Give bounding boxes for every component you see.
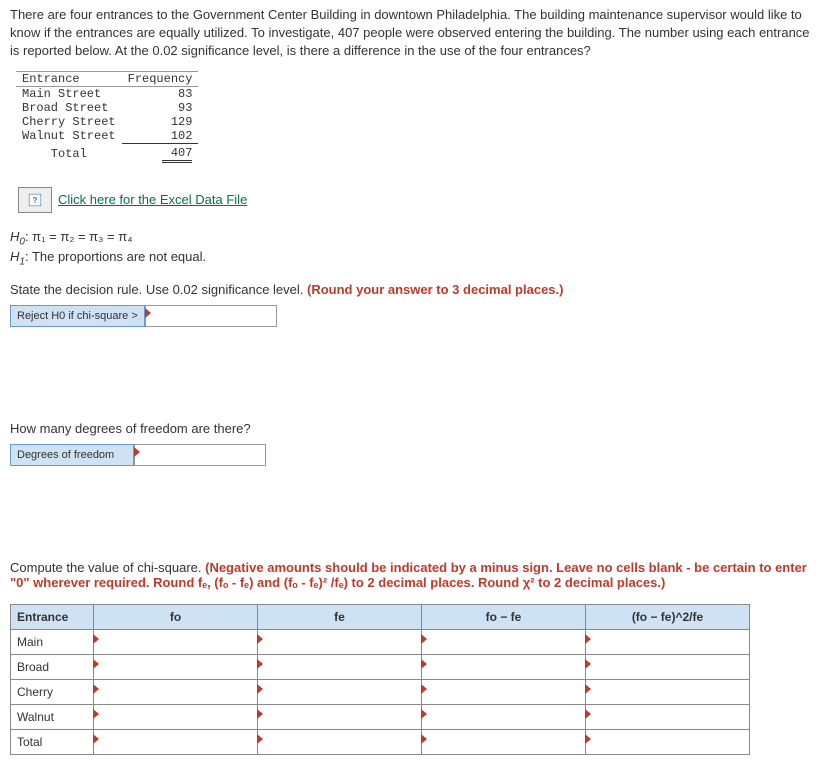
chi-row-label: Main xyxy=(11,629,94,654)
freq-total-row: Total 407 xyxy=(16,143,198,163)
chi-input-ratio[interactable] xyxy=(586,730,749,754)
help-icon: ? xyxy=(28,193,42,207)
pointer-icon xyxy=(585,659,591,669)
table-row: Cherry xyxy=(11,679,750,704)
chi-row-label: Total xyxy=(11,729,94,754)
chi-input-diff[interactable] xyxy=(422,655,585,679)
chi-input-fo[interactable] xyxy=(94,705,257,729)
freq-total-label: Total xyxy=(16,143,122,163)
chi-input-fe[interactable] xyxy=(258,705,421,729)
table-row: Walnut xyxy=(11,704,750,729)
freq-name: Cherry Street xyxy=(16,115,122,129)
chi-input-diff[interactable] xyxy=(422,730,585,754)
pointer-icon xyxy=(93,634,99,644)
pointer-icon xyxy=(93,684,99,694)
freq-header-entrance: Entrance xyxy=(16,71,122,86)
chi-square-critical-input-wrapper xyxy=(145,305,277,327)
df-question: How many degrees of freedom are there? xyxy=(10,421,810,436)
chi-input-diff[interactable] xyxy=(422,680,585,704)
chi-input-fe[interactable] xyxy=(258,680,421,704)
chi-input-ratio[interactable] xyxy=(586,655,749,679)
freq-value: 83 xyxy=(122,86,199,101)
chi-row-label: Walnut xyxy=(11,704,94,729)
pointer-icon xyxy=(421,634,427,644)
pointer-icon xyxy=(585,734,591,744)
chi-input-diff[interactable] xyxy=(422,630,585,654)
excel-data-link[interactable]: Click here for the Excel Data File xyxy=(58,192,247,207)
null-hypothesis: H0: π₁ = π₂ = π₃ = π₄ xyxy=(10,229,810,248)
pointer-icon xyxy=(421,709,427,719)
freq-name: Main Street xyxy=(16,86,122,101)
freq-value: 93 xyxy=(122,101,199,115)
chi-input-fe[interactable] xyxy=(258,630,421,654)
pointer-icon xyxy=(585,634,591,644)
chi-square-critical-input[interactable] xyxy=(146,306,276,326)
chi-input-fo[interactable] xyxy=(94,680,257,704)
pointer-icon xyxy=(93,734,99,744)
chi-square-instructions: Compute the value of chi-square. (Negati… xyxy=(10,560,810,590)
freq-row: Main Street 83 xyxy=(16,86,198,101)
chi-input-ratio[interactable] xyxy=(586,680,749,704)
freq-row: Walnut Street 102 xyxy=(16,129,198,144)
chi-square-table: Entrance fo fe fo − fe (fo − fe)^2/fe Ma… xyxy=(10,604,750,755)
freq-name: Walnut Street xyxy=(16,129,122,144)
problem-statement: There are four entrances to the Governme… xyxy=(10,6,810,61)
pointer-icon xyxy=(257,684,263,694)
freq-name: Broad Street xyxy=(16,101,122,115)
chi-input-diff[interactable] xyxy=(422,705,585,729)
chi-header-ratio: (fo − fe)^2/fe xyxy=(586,604,750,629)
pointer-icon xyxy=(93,659,99,669)
pointer-icon xyxy=(257,634,263,644)
pointer-icon xyxy=(585,709,591,719)
chi-input-ratio[interactable] xyxy=(586,630,749,654)
chi-input-fe[interactable] xyxy=(258,730,421,754)
pointer-icon xyxy=(93,709,99,719)
chi-header-entrance: Entrance xyxy=(11,604,94,629)
chi-header-diff: fo − fe xyxy=(422,604,586,629)
chi-header-fe: fe xyxy=(258,604,422,629)
decision-rule-prompt: State the decision rule. Use 0.02 signif… xyxy=(10,282,810,297)
pointer-icon xyxy=(145,308,151,318)
freq-value: 102 xyxy=(122,129,199,144)
table-row-total: Total xyxy=(11,729,750,754)
table-row: Main xyxy=(11,629,750,654)
chi-row-label: Broad xyxy=(11,654,94,679)
freq-total-value: 407 xyxy=(162,146,192,163)
pointer-icon xyxy=(257,659,263,669)
chi-input-fo[interactable] xyxy=(94,730,257,754)
chi-row-label: Cherry xyxy=(11,679,94,704)
excel-file-button[interactable]: ? xyxy=(18,187,52,213)
pointer-icon xyxy=(421,659,427,669)
pointer-icon xyxy=(421,684,427,694)
chi-input-fo[interactable] xyxy=(94,630,257,654)
reject-label: Reject H0 if chi-square > xyxy=(10,305,145,327)
freq-row: Broad Street 93 xyxy=(16,101,198,115)
pointer-icon xyxy=(257,734,263,744)
chi-input-fo[interactable] xyxy=(94,655,257,679)
chi-input-fe[interactable] xyxy=(258,655,421,679)
pointer-icon xyxy=(134,447,140,457)
pointer-icon xyxy=(257,709,263,719)
freq-value: 129 xyxy=(122,115,199,129)
df-input-wrapper xyxy=(134,444,266,466)
chi-header-fo: fo xyxy=(94,604,258,629)
table-row: Broad xyxy=(11,654,750,679)
alt-hypothesis: H1: The proportions are not equal. xyxy=(10,249,810,268)
chi-input-ratio[interactable] xyxy=(586,705,749,729)
frequency-table: Entrance Frequency Main Street 83 Broad … xyxy=(16,71,198,163)
freq-header-frequency: Frequency xyxy=(122,71,199,86)
df-label: Degrees of freedom xyxy=(10,444,134,466)
freq-row: Cherry Street 129 xyxy=(16,115,198,129)
svg-text:?: ? xyxy=(33,195,38,204)
pointer-icon xyxy=(585,684,591,694)
pointer-icon xyxy=(421,734,427,744)
df-input[interactable] xyxy=(135,445,265,465)
